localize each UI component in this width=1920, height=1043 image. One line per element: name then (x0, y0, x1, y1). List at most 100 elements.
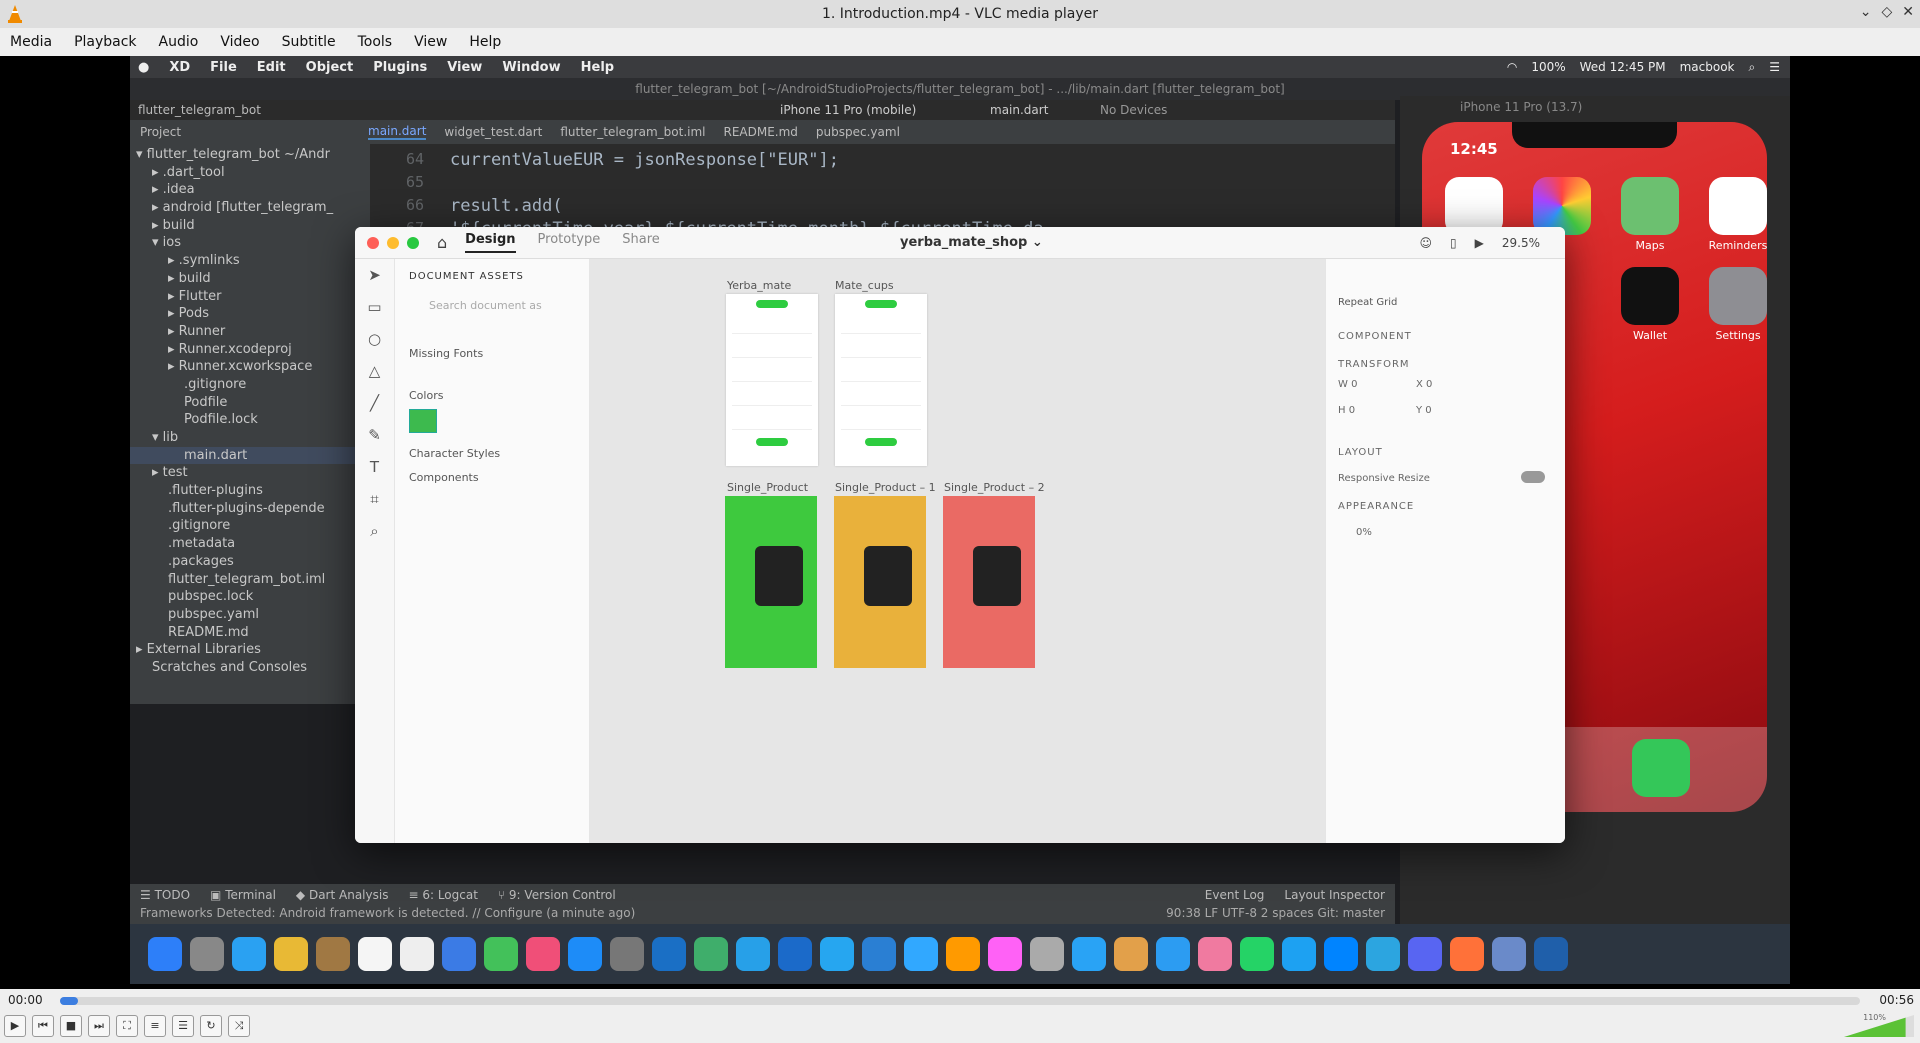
dock-app-icon (946, 937, 980, 971)
minimize-icon[interactable]: ⌄ (1860, 4, 1872, 20)
close-icon[interactable]: ✕ (1902, 4, 1914, 20)
tab-pubspec: pubspec.yaml (815, 125, 900, 139)
device-preview-icon: ▯ (1450, 235, 1457, 250)
vlc-cone-icon (8, 5, 22, 23)
menu-subtitle[interactable]: Subtitle (282, 34, 336, 50)
tree-item: .gitignore (184, 376, 247, 392)
loop-button[interactable]: ↻ (200, 1015, 222, 1037)
apple-icon: ● (138, 59, 150, 75)
opacity-value: 0% (1356, 527, 1372, 538)
menu-audio[interactable]: Audio (159, 34, 199, 50)
play-preview-icon: ▶ (1474, 235, 1484, 250)
code-line: result.add( (450, 196, 563, 216)
tree-item: flutter_telegram_bot.iml (168, 571, 326, 587)
menu-video[interactable]: Video (220, 34, 259, 50)
tool-window-tab: ☰ TODO (140, 888, 191, 902)
height-value: 0 (1348, 405, 1356, 416)
volume-label: 110% (1863, 1013, 1886, 1022)
select-tool-icon: ➤ (368, 266, 381, 284)
tree-item: ▸ Runner.xcworkspace (168, 359, 313, 375)
seek-fill (60, 997, 78, 1005)
dock-app-icon (1114, 937, 1148, 971)
mac-menu-view: View (447, 59, 483, 75)
total-time: 00:56 (1879, 993, 1914, 1007)
editor-tabs: Project main.dart widget_test.dart flutt… (130, 120, 1395, 144)
responsive-resize-label: Responsive Resize (1338, 473, 1430, 484)
tree-item: Scratches and Consoles (152, 659, 308, 675)
tree-item: .flutter-plugins (168, 483, 263, 499)
extended-settings-button[interactable]: ≡ (144, 1015, 166, 1037)
tree-item: ▸ build (152, 217, 195, 233)
menu-media[interactable]: Media (10, 34, 52, 50)
menu-help[interactable]: Help (469, 34, 501, 50)
stop-button[interactable]: ■ (60, 1015, 82, 1037)
components-section: Components (409, 471, 479, 484)
video-area[interactable]: ● XD File Edit Object Plugins View Windo… (0, 56, 1920, 989)
menu-tools[interactable]: Tools (358, 34, 393, 50)
mac-menu-edit: Edit (256, 59, 286, 75)
tree-item: ▸ Runner (168, 323, 226, 339)
line-number: 65 (405, 173, 424, 191)
dock-app-icon (1366, 937, 1400, 971)
home-icon: ⌂ (437, 233, 448, 252)
tree-item: .metadata (168, 536, 236, 552)
missing-fonts: Missing Fonts (409, 347, 484, 360)
xd-doc-name: yerba_mate_shop ⌄ (900, 235, 1043, 250)
tree-item: ▾ ios (152, 235, 181, 251)
current-time: 00:00 (8, 993, 43, 1007)
shuffle-button[interactable]: ⤨ (228, 1015, 250, 1037)
dock-app-icon (1240, 937, 1274, 971)
artboard-product (725, 496, 817, 668)
tree-item: ▸ test (152, 465, 188, 481)
menu-playback[interactable]: Playback (74, 34, 136, 50)
seek-bar[interactable] (60, 997, 1860, 1005)
xd-max-dot (407, 236, 419, 249)
tree-item: ▸ Runner.xcodeproj (168, 341, 292, 357)
dock-app-icon (484, 937, 518, 971)
playlist-button[interactable]: ☰ (172, 1015, 194, 1037)
dock-app-icon (442, 937, 476, 971)
dock-app-icon (190, 937, 224, 971)
studio-status-right: 90:38 LF UTF-8 2 spaces Git: master (1166, 906, 1385, 920)
maximize-icon[interactable]: ◇ (1881, 4, 1892, 20)
tool-window-tab: ▣ Terminal (210, 888, 276, 902)
battery-text: 100% (1531, 59, 1566, 74)
previous-button[interactable]: ⏮ (32, 1015, 54, 1037)
volume-slider[interactable]: 110% (1844, 1013, 1914, 1037)
tab-prototype: Prototype (537, 232, 601, 247)
fullscreen-button[interactable]: ⛶ (116, 1015, 138, 1037)
mac-menu-file: File (210, 59, 237, 75)
dock-app-icon (568, 937, 602, 971)
artboard-cups (835, 294, 927, 466)
user-icon: ☺ (1419, 235, 1433, 250)
studio-title-text: flutter_telegram_bot [~/AndroidStudioPro… (635, 82, 1285, 96)
dock-app-icon (904, 937, 938, 971)
tab-widget-test: widget_test.dart (444, 125, 543, 139)
code-line: currentValueEUR = jsonResponse["EUR"]; (450, 150, 839, 170)
rectangle-tool-icon: ▭ (367, 298, 382, 316)
dock-app-icon (316, 937, 350, 971)
next-button[interactable]: ⏭ (88, 1015, 110, 1037)
appearance-section: APPEARANCE (1338, 501, 1415, 512)
pen-tool-icon: ✎ (368, 426, 381, 444)
dock-app-icon (1450, 937, 1484, 971)
x-value: 0 (1426, 379, 1433, 390)
tree-item: pubspec.lock (168, 589, 254, 605)
dock-app-icon (778, 937, 812, 971)
layout-section: LAYOUT (1338, 447, 1383, 458)
tool-window-tab: ≡ 6: Logcat (408, 888, 478, 902)
player-controls: 00:00 00:56 ▶ ⏮ ■ ⏭ ⛶ ≡ ☰ ↻ ⤨ 110% (0, 989, 1920, 1043)
tree-item: ▾ flutter_telegram_bot ~/Andr (136, 147, 330, 162)
app-wallet-label: Wallet (1632, 329, 1668, 342)
menu-view[interactable]: View (414, 34, 447, 50)
tree-item: .flutter-plugins-depende (168, 500, 325, 516)
polygon-tool-icon: △ (368, 362, 381, 380)
dock-app-icon (1198, 937, 1232, 971)
mac-menu-plugins: Plugins (373, 59, 428, 75)
tree-item: ▾ lib (152, 430, 179, 445)
play-button[interactable]: ▶ (4, 1015, 26, 1037)
run-config: main.dart (990, 103, 1049, 117)
artboard-label-cups: Mate_cups (835, 279, 894, 292)
dock-app-icon (232, 937, 266, 971)
artboard-label-product-1: Single_Product – 1 (835, 481, 936, 494)
